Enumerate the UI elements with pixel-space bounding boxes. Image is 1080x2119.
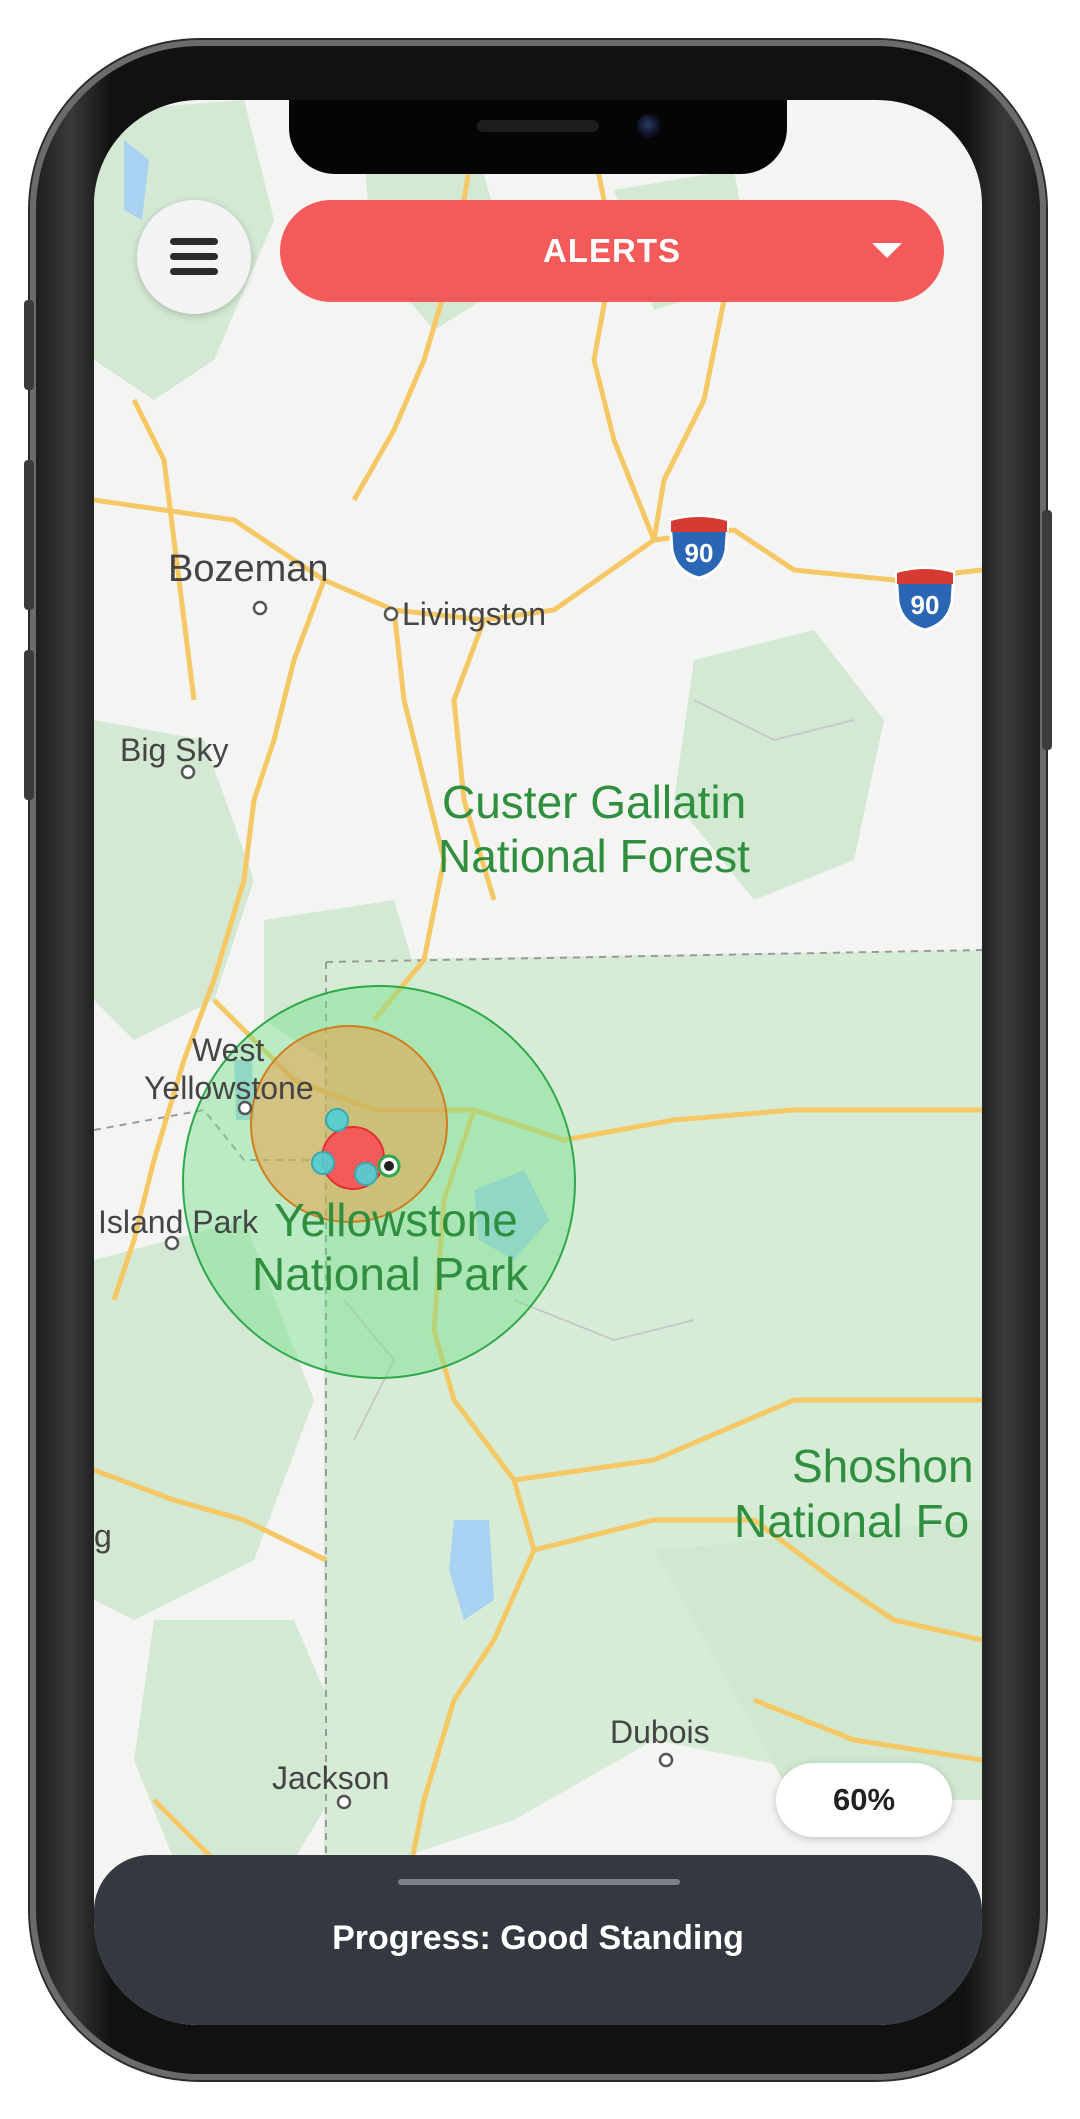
marker-dot: [354, 1162, 378, 1186]
progress-status-text: Progress: Good Standing: [332, 1919, 744, 1957]
speaker-grille: [477, 120, 599, 132]
sheet-drag-handle[interactable]: [398, 1879, 680, 1885]
phone-screen: Bozeman Livingston Big Sky West Yellowst…: [94, 100, 982, 2025]
power-button: [1042, 510, 1052, 750]
park-label-shoshone-line2: National Fo: [734, 1495, 970, 1547]
menu-button[interactable]: [137, 200, 251, 314]
volume-down-button: [24, 650, 34, 800]
city-dot-bozeman: [252, 600, 268, 616]
city-label-jackson: Jackson: [272, 1760, 390, 1796]
interstate-shield-icon: 90: [894, 566, 956, 632]
notch: [289, 100, 787, 174]
hamburger-menu-icon: [170, 238, 218, 245]
city-dot-livingston: [383, 606, 399, 622]
park-label-yellowstone-line2: National Park: [252, 1248, 529, 1300]
marker-dot: [311, 1151, 335, 1175]
front-camera-icon: [637, 114, 661, 138]
city-label-livingston: Livingston: [402, 596, 547, 632]
caret-down-icon: [872, 243, 902, 258]
city-label-big-sky: Big Sky: [120, 732, 229, 768]
city-label-west-yellowstone-line2: Yellowstone: [144, 1070, 314, 1106]
alerts-dropdown[interactable]: ALERTS: [280, 200, 944, 302]
city-label-bozeman: Bozeman: [168, 548, 329, 590]
city-label-west-yellowstone-line1: West: [192, 1032, 265, 1068]
hamburger-menu-icon: [170, 253, 218, 260]
park-label-shoshone-line1: Shoshon: [792, 1440, 974, 1492]
interstate-number: 90: [685, 538, 714, 568]
hamburger-menu-icon: [170, 268, 218, 275]
zoom-level-pill[interactable]: 60%: [776, 1763, 952, 1837]
city-label-island-park: Island Park: [98, 1204, 259, 1240]
city-dot-jackson: [336, 1794, 352, 1810]
mute-switch: [24, 300, 34, 390]
park-label-yellowstone-line1: Yellowstone: [274, 1194, 518, 1246]
city-label-partial: g: [94, 1518, 112, 1554]
marker-dot: [325, 1108, 349, 1132]
interstate-shield-icon: 90: [668, 514, 730, 580]
alerts-label: ALERTS: [543, 232, 681, 269]
interstate-number: 90: [911, 590, 940, 620]
park-label-custer-line1: Custer Gallatin: [442, 776, 747, 828]
middle-radius-circle: [250, 1025, 448, 1223]
volume-up-button: [24, 460, 34, 610]
city-label-dubois: Dubois: [610, 1714, 710, 1750]
zoom-level-label: 60%: [832, 1782, 896, 1817]
park-label-custer-line2: National Forest: [438, 830, 750, 882]
city-dot-dubois: [658, 1752, 674, 1768]
progress-bottom-sheet[interactable]: Progress: Good Standing: [94, 1855, 982, 2025]
